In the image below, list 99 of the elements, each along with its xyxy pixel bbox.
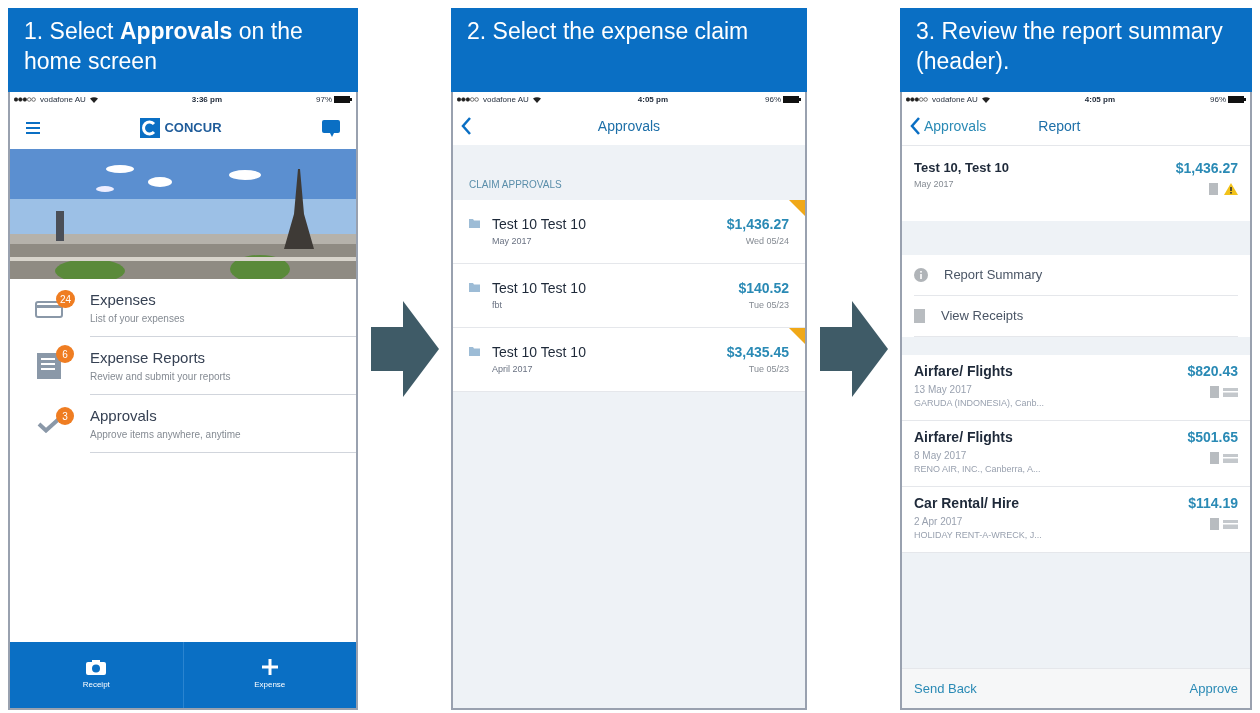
plus-icon <box>261 659 278 675</box>
chat-icon[interactable] <box>322 119 340 137</box>
carrier-name: vodafone AU <box>40 93 86 106</box>
claim-date: Wed 05/24 <box>745 235 789 249</box>
claim-row[interactable]: Test 10 Test 10 May 2017 $1,436.27 Wed 05/24 <box>453 200 805 264</box>
expense-amount: $114.19 <box>1188 494 1238 513</box>
card-icon <box>1223 519 1238 529</box>
battery-icon <box>1228 96 1246 103</box>
back-icon[interactable] <box>461 117 471 135</box>
approve-button[interactable]: Approve <box>1189 678 1238 699</box>
logo-icon <box>140 118 161 138</box>
back-button[interactable]: Approvals <box>910 115 987 137</box>
send-back-button[interactable]: Send Back <box>914 678 977 699</box>
claim-row[interactable]: Test 10 Test 10 fbt $140.52 Tue 05/23 <box>453 264 805 328</box>
claim-title: Test 10 Test 10 <box>492 215 587 235</box>
claim-amount: $140.52 <box>738 279 789 299</box>
document-icon <box>37 353 63 379</box>
claim-amount: $1,436.27 <box>726 215 789 235</box>
signal-icon <box>457 97 479 102</box>
claim-title: Test 10 Test 10 <box>492 279 587 299</box>
expense-type: Airfare/ Flights <box>914 362 1014 381</box>
action-row[interactable]: View Receipts <box>914 296 1238 337</box>
claim-subtitle: May 2017 <box>492 235 533 249</box>
receipt-button[interactable]: Receipt <box>10 642 183 708</box>
expense-vendor: GARUDA (INDONESIA), Canb... <box>914 397 1046 410</box>
claim-subtitle: fbt <box>492 299 503 313</box>
report-amount: $1,436.27 <box>1175 159 1238 178</box>
signal-icon <box>906 97 928 102</box>
claim-amount: $3,435.45 <box>726 343 789 363</box>
expense-vendor: HOLIDAY RENT-A-WRECK, J... <box>914 529 1043 542</box>
battery-percent: 97% <box>316 93 332 106</box>
action-row[interactable]: Report Summary <box>914 255 1238 296</box>
folder-icon <box>469 347 480 356</box>
arrow-icon <box>819 301 888 397</box>
receipt-icon <box>914 309 925 323</box>
camera-icon <box>86 659 107 675</box>
menu-item[interactable]: 6 Expense Reports Review and submit your reports <box>10 337 356 395</box>
folder-icon <box>469 219 480 228</box>
expense-row[interactable]: Airfare/ Flights 8 May 2017 RENO AIR, INC., Canberra, A... $501.65 <box>902 421 1250 487</box>
menu-icon[interactable] <box>26 122 40 134</box>
expense-type: Car Rental/ Hire <box>914 494 1021 513</box>
expense-vendor: RENO AIR, INC., Canberra, A... <box>914 463 1042 476</box>
claim-subtitle: April 2017 <box>492 363 534 377</box>
menu-item-title: Approvals <box>90 405 158 426</box>
claim-row[interactable]: Test 10 Test 10 April 2017 $3,435.45 Tue 05/23 <box>453 328 805 392</box>
battery-percent: 96% <box>1210 93 1226 106</box>
wifi-icon <box>981 96 990 103</box>
step-caption: 3. Review the report summary (header). <box>916 18 1223 74</box>
count-badge: 6 <box>56 345 74 363</box>
receipt-icon <box>1210 452 1219 464</box>
expense-row[interactable]: Airfare/ Flights 13 May 2017 GARUDA (INDONESIA), Canb... $820.43 <box>902 355 1250 421</box>
section-header: CLAIM APPROVALS <box>468 178 563 192</box>
step-caption: 1. Select Approvals on the home screen <box>24 18 303 74</box>
claim-date: Tue 05/23 <box>748 363 789 377</box>
menu-item-title: Expense Reports <box>90 347 207 368</box>
expense-date: 13 May 2017 <box>914 383 973 397</box>
expense-date: 8 May 2017 <box>914 449 968 463</box>
report-title: Test 10, Test 10 <box>914 159 1010 177</box>
logo-text: CONCUR <box>164 119 222 138</box>
signal-icon <box>14 97 36 102</box>
nav-title: Approvals <box>597 116 661 136</box>
claim-date: Tue 05/23 <box>748 299 789 313</box>
menu-item-subtitle: List of your expenses <box>90 312 186 327</box>
battery-percent: 96% <box>765 93 781 106</box>
card-icon <box>1223 453 1238 463</box>
nav-title: Report <box>1038 116 1081 136</box>
menu-item[interactable]: 24 Expenses List of your expenses <box>10 279 356 337</box>
status-time: 3:36 pm <box>191 93 222 106</box>
carrier-name: vodafone AU <box>932 93 978 106</box>
status-time: 4:05 pm <box>637 93 668 106</box>
wifi-icon <box>89 96 98 103</box>
expense-type: Airfare/ Flights <box>914 428 1014 447</box>
arrow-icon <box>370 301 439 397</box>
expense-amount: $820.43 <box>1187 362 1238 381</box>
claim-title: Test 10 Test 10 <box>492 343 587 363</box>
receipt-icon <box>1210 518 1219 530</box>
count-badge: 3 <box>56 407 74 425</box>
receipt-icon <box>1210 386 1219 398</box>
menu-item-subtitle: Review and submit your reports <box>90 370 232 385</box>
count-badge: 24 <box>56 290 76 308</box>
menu-item[interactable]: 3 Approvals Approve items anywhere, anytime <box>10 395 356 453</box>
expense-button[interactable]: Expense <box>182 642 356 708</box>
expense-amount: $501.65 <box>1187 428 1238 447</box>
battery-icon <box>783 96 801 103</box>
menu-item-subtitle: Approve items anywhere, anytime <box>90 428 242 443</box>
folder-icon <box>469 283 480 292</box>
status-time: 4:05 pm <box>1084 93 1115 106</box>
expense-date: 2 Apr 2017 <box>914 515 964 529</box>
menu-item-title: Expenses <box>90 289 157 310</box>
report-period: May 2017 <box>914 177 955 191</box>
back-icon <box>910 117 920 135</box>
info-icon <box>914 268 928 282</box>
card-icon <box>1223 387 1238 397</box>
wifi-icon <box>532 96 541 103</box>
battery-icon <box>334 96 352 103</box>
receipt-icon <box>1209 183 1218 195</box>
carrier-name: vodafone AU <box>483 93 529 106</box>
step-caption: 2. Select the expense claim <box>467 18 749 44</box>
expense-row[interactable]: Car Rental/ Hire 2 Apr 2017 HOLIDAY RENT-A-WRECK, J... $114.19 <box>902 487 1250 553</box>
